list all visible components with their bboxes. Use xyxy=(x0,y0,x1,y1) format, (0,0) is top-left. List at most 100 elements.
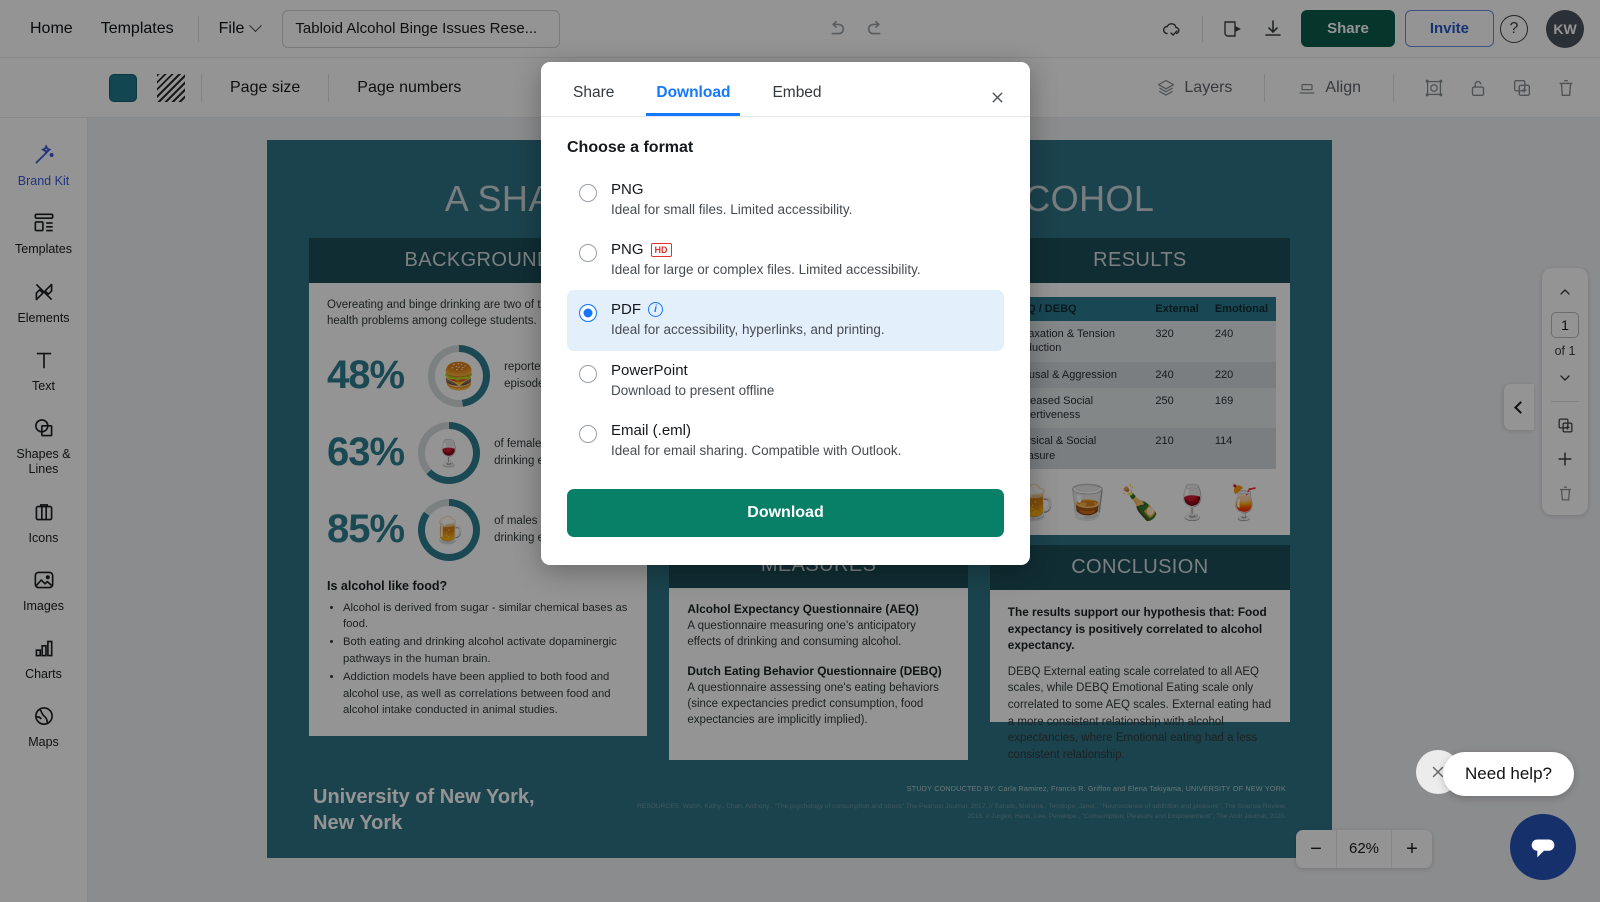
stat-donut: 🍔 xyxy=(428,344,491,407)
sidebar-item-maps[interactable]: Maps xyxy=(2,693,86,757)
radio-button[interactable] xyxy=(579,184,597,202)
delete-icon[interactable] xyxy=(1546,68,1586,108)
crop-position-icon[interactable] xyxy=(1414,68,1454,108)
radio-button[interactable] xyxy=(579,424,597,443)
sidebar-item-brand-kit[interactable]: Brand Kit xyxy=(2,132,86,196)
align-button[interactable]: Align xyxy=(1285,70,1373,106)
nav-templates[interactable]: Templates xyxy=(87,12,188,46)
tab-embed[interactable]: Embed xyxy=(762,62,831,116)
avatar[interactable]: KW xyxy=(1546,9,1584,48)
info-icon[interactable]: i xyxy=(648,302,663,318)
format-option-png[interactable]: PNG Ideal for small files. Limited acces… xyxy=(567,170,1004,230)
document-title-input[interactable]: Tabloid Alcohol Binge Issues Rese... xyxy=(282,9,561,48)
lock-icon[interactable] xyxy=(1458,68,1498,108)
cell-external: 320 xyxy=(1147,321,1207,362)
measure-title: Alcohol Expectancy Questionnaire (AEQ) xyxy=(687,602,919,616)
sidebar-item-icons[interactable]: Icons xyxy=(2,489,86,553)
share-button[interactable]: Share xyxy=(1301,10,1395,47)
measure-title: Dutch Eating Behavior Questionnaire (DEB… xyxy=(687,663,942,678)
layers-button[interactable]: Layers xyxy=(1144,70,1244,106)
sidebar-item-elements[interactable]: Elements xyxy=(2,269,86,333)
align-label: Align xyxy=(1325,78,1361,96)
cell-emotional: 169 xyxy=(1206,387,1276,429)
cell-emotional: 240 xyxy=(1206,321,1276,362)
sidebar-item-images[interactable]: Images xyxy=(2,557,86,621)
background-question: Is alcohol like food? xyxy=(327,578,448,593)
duplicate-icon[interactable] xyxy=(1502,68,1542,108)
chevron-down-icon[interactable] xyxy=(1549,364,1581,392)
radio-button[interactable] xyxy=(579,304,597,323)
format-option-png-hd[interactable]: PNG HD Ideal for large or complex files.… xyxy=(567,230,1004,290)
zoom-in-button[interactable]: + xyxy=(1392,830,1432,868)
magic-wand-icon xyxy=(31,141,57,169)
table-header-row: AEQ / DEBQ External Emotional xyxy=(1003,297,1276,321)
collapse-panel-button[interactable] xyxy=(1504,384,1534,430)
file-menu[interactable]: File xyxy=(209,12,271,46)
delete-page-icon[interactable] xyxy=(1549,479,1581,507)
chevron-down-icon xyxy=(249,19,263,33)
top-bar: Home Templates File Tabloid Alcohol Bing… xyxy=(0,0,1600,58)
icons-grid-icon xyxy=(31,498,57,526)
help-icon[interactable]: ? xyxy=(1494,9,1534,49)
document-title-value: Tabloid Alcohol Binge Issues Rese... xyxy=(295,20,538,37)
nav-home[interactable]: Home xyxy=(16,12,87,46)
sidebar-item-text[interactable]: Text xyxy=(2,337,86,401)
cocktail-icon: 🍹 xyxy=(1223,484,1266,523)
tab-share[interactable]: Share xyxy=(563,62,624,116)
bar-chart-icon xyxy=(31,634,57,662)
duplicate-page-icon[interactable] xyxy=(1549,411,1581,439)
elements-shapes-icon xyxy=(31,278,57,306)
page-size-button[interactable]: Page size xyxy=(218,71,312,105)
beverage-icons: 🍺 🥃 🍾 🍷 🍹 xyxy=(1004,483,1276,523)
tab-download[interactable]: Download xyxy=(646,62,740,116)
sidebar-item-label: Templates xyxy=(15,242,72,257)
close-icon[interactable] xyxy=(982,82,1012,112)
pattern-fill-icon[interactable] xyxy=(157,73,185,102)
format-option-pdf[interactable]: PDF i Ideal for accessibility, hyperlink… xyxy=(567,290,1004,351)
redo-icon[interactable] xyxy=(856,9,896,49)
cell-external: 240 xyxy=(1147,361,1207,388)
beer-mug-icon: 🍺 xyxy=(432,514,466,545)
option-description: Ideal for small files. Limited accessibi… xyxy=(611,202,853,217)
need-help-bubble[interactable]: Need help? xyxy=(1443,752,1574,796)
radio-button[interactable] xyxy=(579,364,597,383)
option-description: Ideal for email sharing. Compatible with… xyxy=(611,442,902,458)
sidebar-item-templates[interactable]: Templates xyxy=(2,200,86,264)
radio-button[interactable] xyxy=(579,244,597,263)
chat-fab-button[interactable] xyxy=(1510,814,1576,880)
divider xyxy=(1551,401,1579,402)
cell-external: 250 xyxy=(1147,387,1207,429)
sidebar-item-label: Charts xyxy=(25,667,62,681)
toolbar-divider xyxy=(197,15,199,42)
fill-color-swatch[interactable] xyxy=(109,73,137,102)
download-button[interactable]: Download xyxy=(567,489,1004,538)
sidebar-item-shapes-lines[interactable]: Shapes & Lines xyxy=(2,405,86,485)
stat-value: 48% xyxy=(327,353,405,398)
option-description: Ideal for large or complex files. Limite… xyxy=(611,262,921,278)
page-number-input[interactable]: 1 xyxy=(1551,312,1579,338)
background-bullets: Alcohol is derived from sugar - similar … xyxy=(343,600,629,719)
zoom-out-button[interactable]: − xyxy=(1296,830,1336,868)
undo-icon[interactable] xyxy=(816,9,856,49)
cloud-saved-icon[interactable] xyxy=(1152,9,1192,49)
add-page-icon[interactable] xyxy=(1549,445,1581,473)
zoom-level-value[interactable]: 62% xyxy=(1336,830,1392,868)
download-icon[interactable] xyxy=(1253,9,1293,49)
present-icon[interactable] xyxy=(1213,9,1253,49)
measure-block: Alcohol Expectancy Questionnaire (AEQ) A… xyxy=(687,602,949,651)
list-item: Alcohol is derived from sugar - similar … xyxy=(343,600,629,633)
hd-badge: HD xyxy=(650,242,672,257)
divider-4 xyxy=(1393,73,1394,102)
page-numbers-button[interactable]: Page numbers xyxy=(345,71,473,105)
format-option-email[interactable]: Email (.eml) Ideal for email sharing. Co… xyxy=(567,411,1004,471)
invite-button[interactable]: Invite xyxy=(1404,10,1494,47)
sidebar-item-label: Maps xyxy=(28,735,59,750)
sidebar-item-charts[interactable]: Charts xyxy=(2,625,86,689)
sidebar-item-label: Icons xyxy=(28,530,59,545)
templates-layout-icon xyxy=(31,209,57,237)
list-item: Addiction models have been applied to bo… xyxy=(343,669,629,718)
chevron-up-icon[interactable] xyxy=(1549,278,1581,306)
format-option-powerpoint[interactable]: PowerPoint Download to present offline xyxy=(567,351,1004,411)
option-description: Download to present offline xyxy=(611,382,775,398)
left-sidebar: Brand Kit Templates Elements Text Shapes… xyxy=(0,118,88,902)
